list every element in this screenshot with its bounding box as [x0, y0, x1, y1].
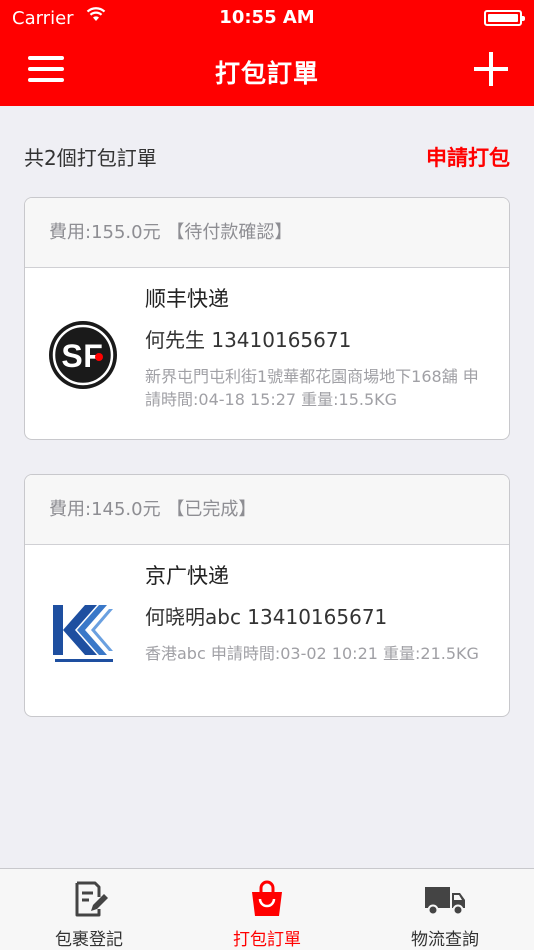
order-card[interactable]: 費用:155.0元 【待付款確認】 S F 顺丰快递 何先生 134101656… [24, 197, 510, 440]
add-button[interactable] [474, 52, 508, 86]
jingguang-express-logo [53, 601, 115, 662]
recipient-contact: 何晓明abc 13410165671 [145, 605, 388, 629]
truck-icon [425, 887, 465, 916]
navigation-header: Carrier 10:55 AM 打包訂單 [0, 0, 534, 106]
tab-label: 包裹登記 [55, 930, 123, 950]
tab-logistics-query[interactable]: 物流查詢 [356, 869, 534, 950]
address-time-weight: 香港abc 申請時間:03-02 10:21 重量:21.5KG [145, 644, 479, 663]
battery-icon [484, 10, 525, 26]
tab-bar: 包裹登記 打包訂單 物流查詢 [0, 868, 534, 950]
order-fee-status: 費用:145.0元 【已完成】 [25, 475, 509, 545]
tab-parcel-register[interactable]: 包裹登記 [0, 869, 178, 950]
order-details: 京广快递 何晓明abc 13410165671 香港abc 申請時間:03-02… [25, 545, 509, 715]
page-title: 打包訂單 [214, 59, 319, 88]
courier-name: 京广快递 [145, 564, 229, 588]
shopping-bag-icon [252, 880, 282, 916]
tab-label: 物流查詢 [411, 930, 479, 950]
recipient-contact: 何先生 13410165671 [145, 328, 352, 352]
clock: 10:55 AM [219, 7, 315, 28]
order-count: 共2個打包訂單 [24, 146, 157, 170]
address-time-weight: 新界屯門屯利街1號華都花園商場地下168舖 申請時間:04-18 15:27 重… [145, 367, 479, 409]
status-bar: Carrier 10:55 AM [0, 0, 534, 36]
apply-pack-button[interactable]: 申請打包 [426, 142, 510, 172]
order-fee-status: 費用:155.0元 【待付款確認】 [25, 198, 509, 268]
svg-text:S: S [61, 338, 82, 374]
sf-express-logo: S F [49, 321, 117, 389]
document-edit-icon [75, 881, 108, 917]
tab-pack-orders[interactable]: 打包訂單 [178, 869, 356, 950]
tab-label: 打包訂單 [233, 930, 301, 950]
order-details: S F 顺丰快递 何先生 13410165671 新界屯門屯利街1號華都花園商場… [25, 268, 509, 438]
order-card[interactable]: 費用:145.0元 【已完成】 京广快递 何晓明abc 13410165671 … [24, 474, 510, 717]
courier-name: 顺丰快递 [145, 287, 229, 311]
